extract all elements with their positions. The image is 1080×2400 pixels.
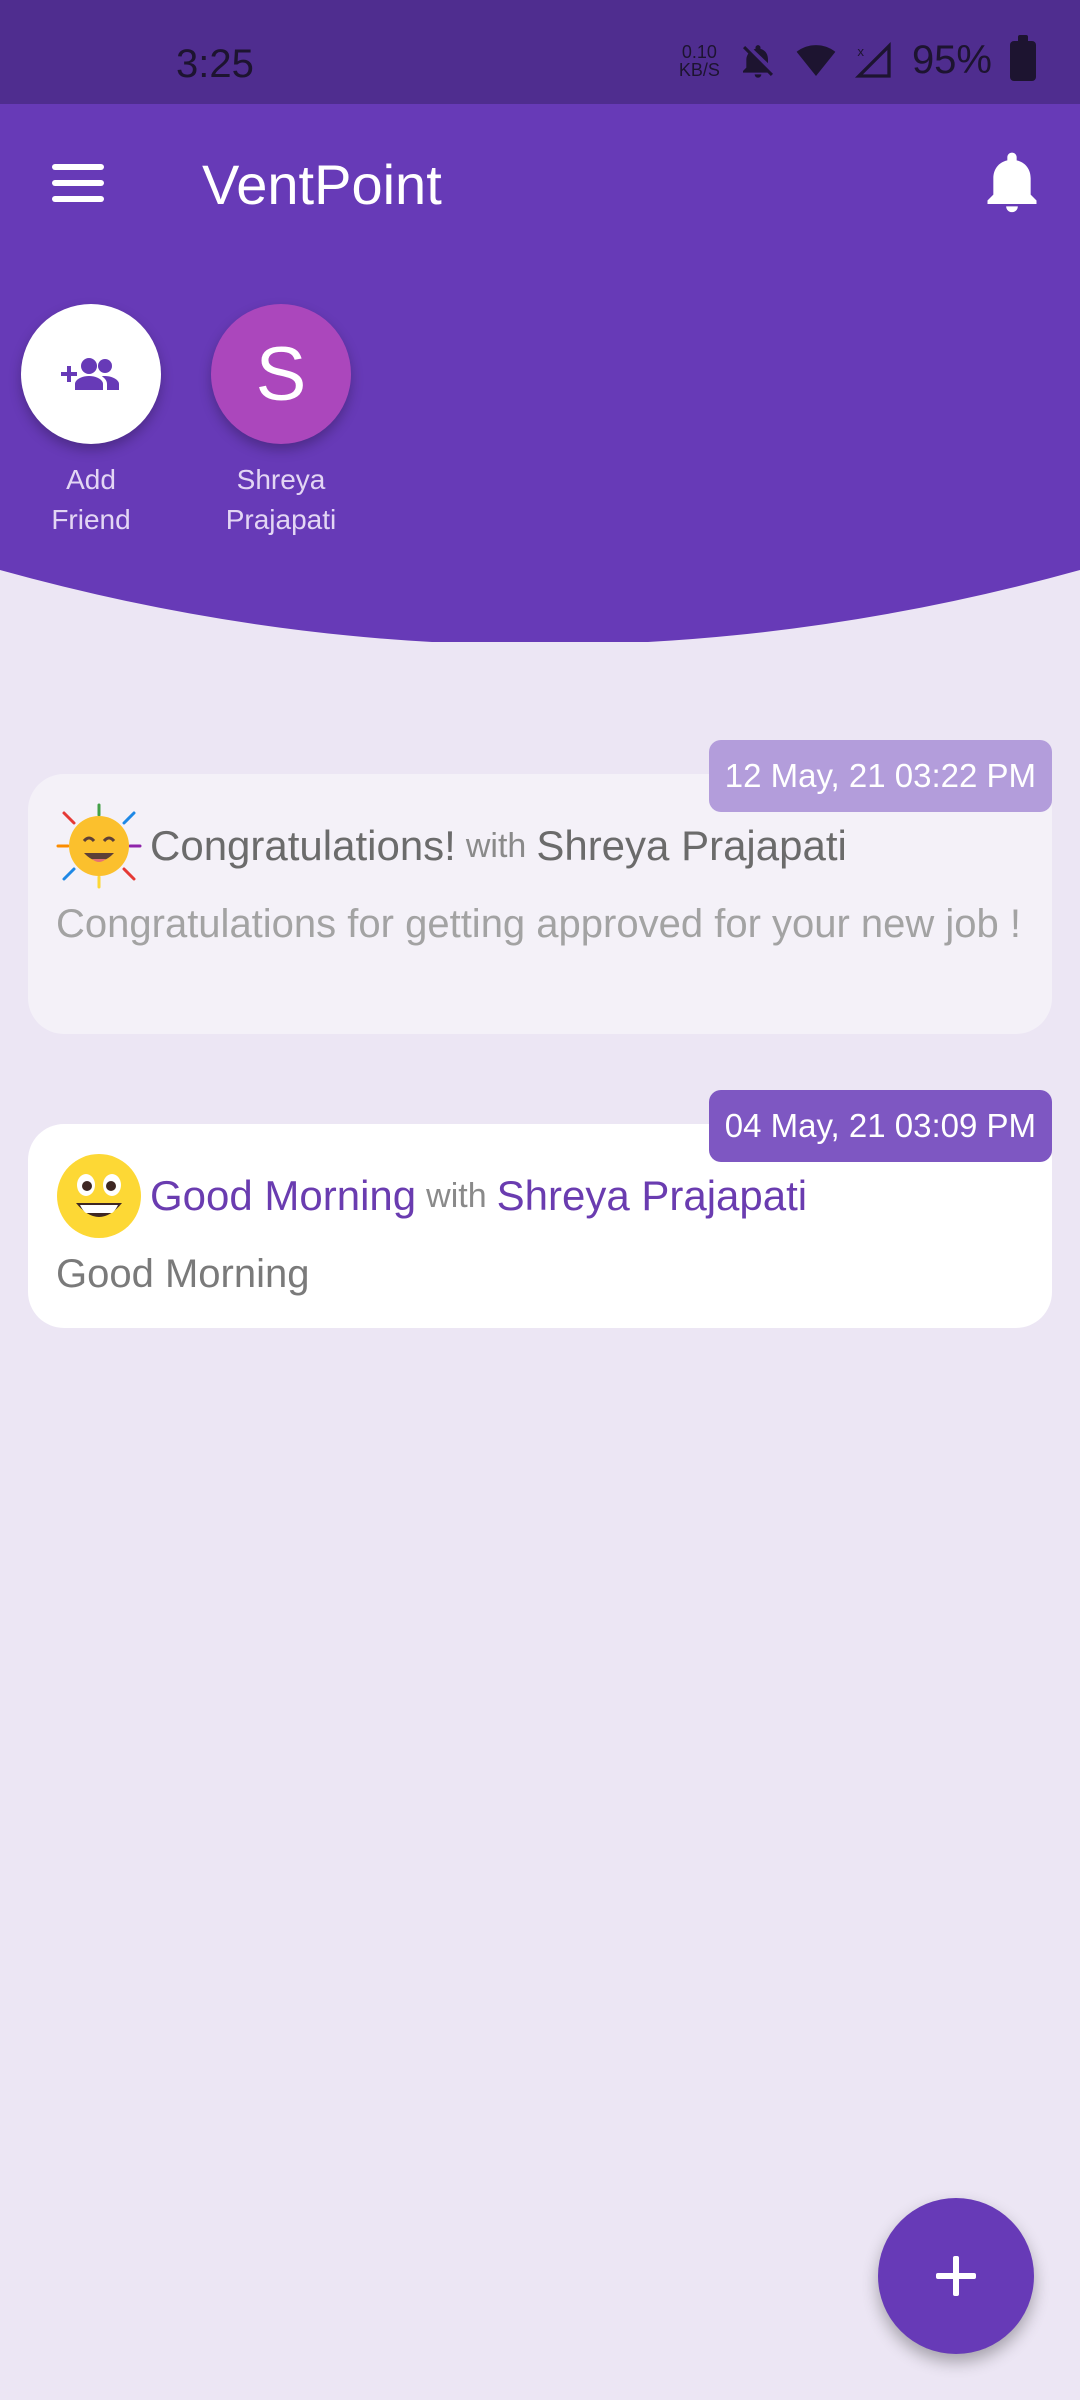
post-title-row: Congratulations! with Shreya Prajapati	[56, 802, 1024, 890]
status-bar: 3:25 0.10 KB/S x 95%	[0, 0, 1080, 104]
post-message: Good Morning	[56, 1252, 310, 1296]
hamburger-menu-icon[interactable]	[52, 164, 104, 202]
wifi-icon	[796, 44, 836, 76]
cellular-signal-icon: x	[854, 41, 891, 78]
add-friend-button[interactable]: Add Friend	[0, 304, 186, 540]
battery-percent: 95%	[911, 38, 992, 82]
post-with: with	[426, 1176, 487, 1215]
add-person-icon	[61, 358, 119, 390]
add-friend-label-line1: Add	[66, 464, 116, 495]
friend-name: Shreya Prajapati	[186, 460, 376, 540]
app-bar: VentPoint	[0, 104, 1080, 261]
status-time: 3:25	[176, 42, 254, 86]
bell-icon[interactable]	[984, 152, 1040, 214]
status-icons: 0.10 KB/S x 95%	[679, 34, 1036, 83]
friend-first-name: Shreya	[236, 464, 326, 495]
svg-text:x: x	[857, 44, 864, 59]
post-date-badge: 04 May, 21 03:09 PM	[708, 1090, 1052, 1162]
app-title: VentPoint	[202, 153, 442, 216]
plus-icon	[936, 2256, 976, 2296]
battery-icon	[1010, 34, 1036, 81]
post-message: Congratulations for getting approved for…	[56, 902, 1022, 946]
post-date-badge: 12 May, 21 03:22 PM	[708, 740, 1052, 812]
friends-header: Add Friend S Shreya Prajapati	[0, 260, 1080, 642]
post-title: Congratulations!	[150, 822, 456, 869]
notifications-off-icon	[742, 44, 773, 78]
post-person[interactable]: Shreya Prajapati	[497, 1172, 808, 1220]
friend-last-name: Prajapati	[225, 504, 337, 535]
add-friend-label-line2: Friend	[51, 504, 131, 535]
partying-face-emoji	[56, 803, 142, 889]
add-friend-label: Add Friend	[0, 460, 186, 540]
post-with: with	[465, 826, 527, 865]
post-title-row: Good Morning with Shreya Prajapati	[56, 1152, 1024, 1240]
post-person[interactable]: Shreya Prajapati	[536, 822, 847, 870]
add-post-button[interactable]	[878, 2198, 1034, 2354]
post-title: Good Morning	[150, 1172, 417, 1219]
avatar[interactable]: S	[211, 304, 351, 444]
network-speed: 0.10 KB/S	[679, 43, 720, 79]
network-speed-value: 0.10	[681, 41, 717, 62]
add-friend-circle[interactable]	[21, 304, 161, 444]
network-speed-unit: KB/S	[678, 59, 720, 80]
post-card[interactable]: Congratulations! with Shreya Prajapati C…	[28, 774, 1052, 1034]
grinning-face-emoji	[57, 1154, 141, 1238]
friend-item-shreya[interactable]: S Shreya Prajapati	[186, 304, 376, 540]
